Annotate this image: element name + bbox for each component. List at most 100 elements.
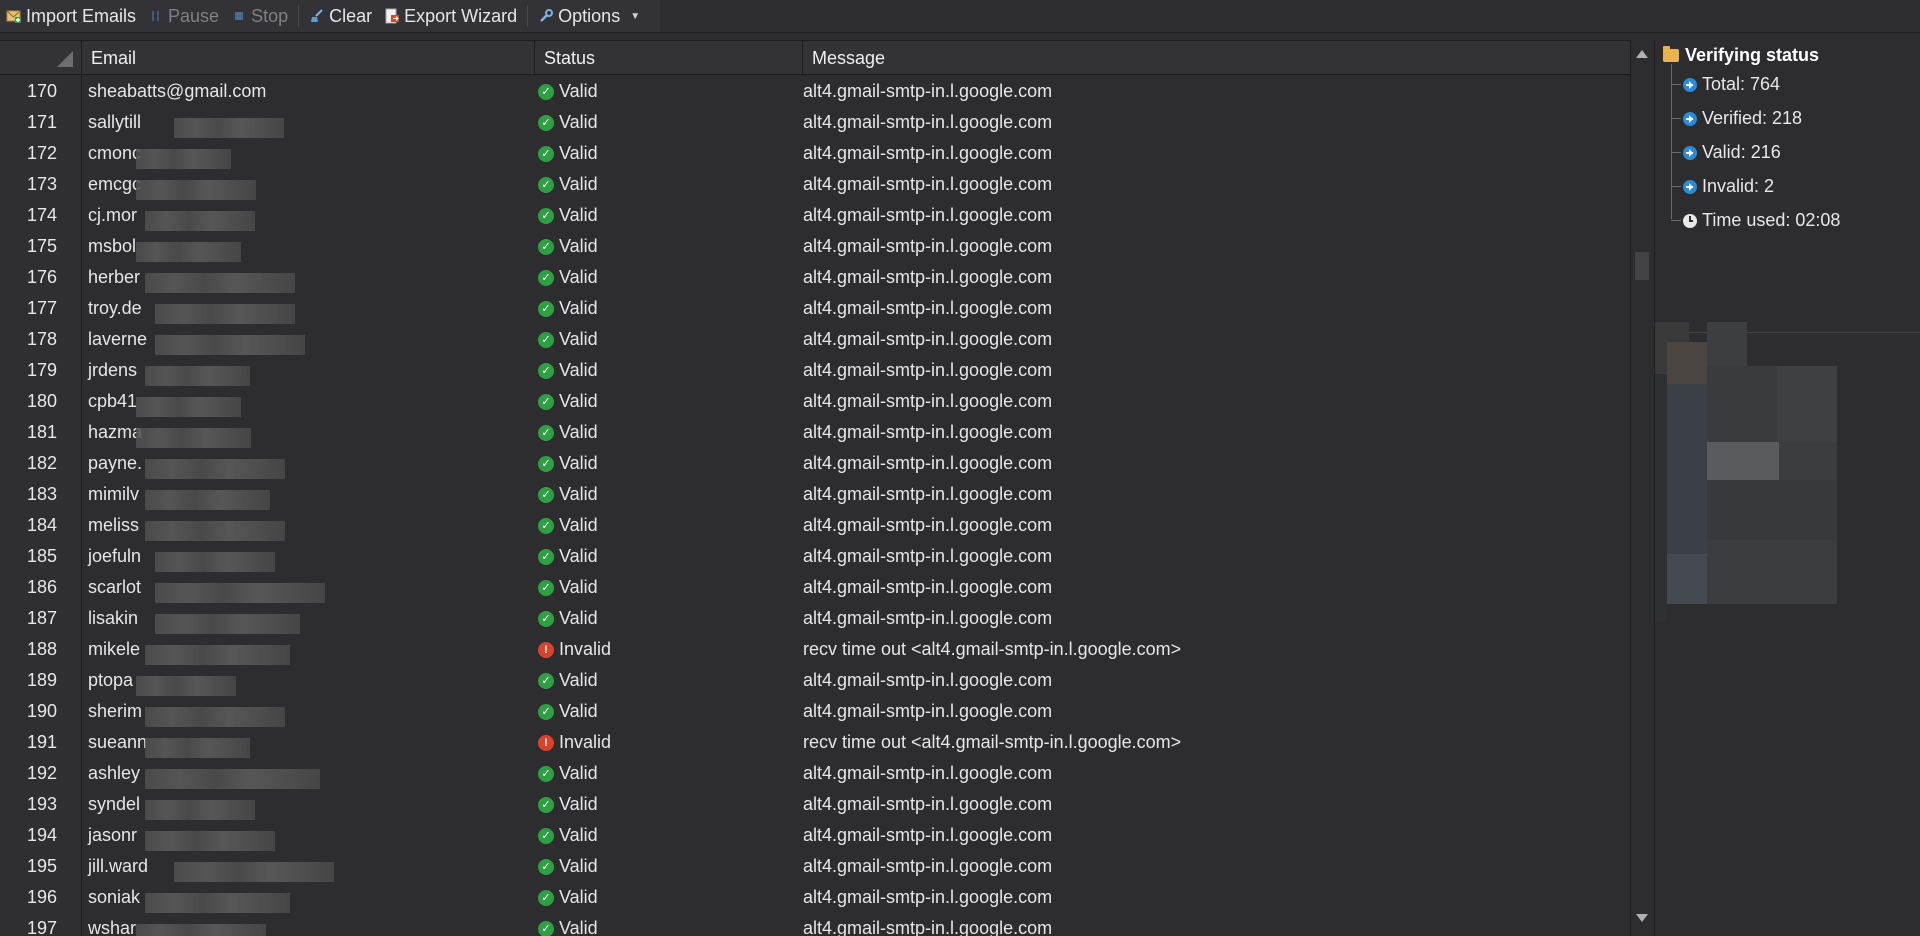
table-row[interactable]: 195 jill.ward ✓ Valid alt4.gmail-smtp-in.l.g… — [0, 851, 1630, 882]
row-number[interactable]: 172 — [0, 138, 82, 169]
message-cell[interactable]: alt4.gmail-smtp-in.l.google.com — [803, 81, 1630, 102]
row-number[interactable]: 196 — [0, 882, 82, 913]
row-number[interactable]: 184 — [0, 510, 82, 541]
tree-item-total[interactable]: Total: 764 — [1671, 74, 1780, 95]
column-header-status[interactable]: Status — [535, 41, 803, 75]
row-number[interactable]: 194 — [0, 820, 82, 851]
table-row[interactable]: 190 sherim ✓ Valid alt4.gmail-smtp-in.l.goog… — [0, 696, 1630, 727]
status-cell[interactable]: ✓ Valid — [535, 577, 803, 598]
email-cell[interactable]: emcgc — [82, 174, 535, 200]
status-cell[interactable]: ✓ Valid — [535, 453, 803, 474]
status-cell[interactable]: ✓ Valid — [535, 236, 803, 257]
status-cell[interactable]: ✓ Valid — [535, 670, 803, 691]
table-row[interactable]: 179 jrdens ✓ Valid alt4.gmail-smtp-in.l.goog… — [0, 355, 1630, 386]
row-number[interactable]: 175 — [0, 231, 82, 262]
status-cell[interactable]: ✓ Valid — [535, 267, 803, 288]
scroll-down-arrow-icon[interactable] — [1636, 914, 1648, 922]
table-row[interactable]: 196 soniak ✓ Valid alt4.gmail-smtp-in.l.goog… — [0, 882, 1630, 913]
table-row[interactable]: 170 sheabatts@gmail.com ✓ Valid alt4.gmail-s… — [0, 76, 1630, 107]
email-cell[interactable]: syndel — [82, 794, 535, 820]
message-cell[interactable]: alt4.gmail-smtp-in.l.google.com — [803, 794, 1630, 815]
table-row[interactable]: 191 sueann! Invalid recv time out <alt4.gma… — [0, 727, 1630, 758]
email-cell[interactable]: troy.de — [82, 298, 535, 324]
status-cell[interactable]: ✓ Valid — [535, 918, 803, 936]
status-cell[interactable]: ✓ Valid — [535, 205, 803, 226]
tree-item-time-used[interactable]: Time used: 02:08 — [1671, 210, 1840, 231]
table-row[interactable]: 180 cpb41 ✓ Valid alt4.gmail-smtp-in.l.googl… — [0, 386, 1630, 417]
message-cell[interactable]: alt4.gmail-smtp-in.l.google.com — [803, 577, 1630, 598]
import-emails-button[interactable]: Import Emails — [0, 0, 142, 32]
row-number[interactable]: 178 — [0, 324, 82, 355]
tree-item-verified[interactable]: Verified: 218 — [1671, 108, 1802, 129]
row-number[interactable]: 185 — [0, 541, 82, 572]
row-number[interactable]: 191 — [0, 727, 82, 758]
email-cell[interactable]: mikele — [82, 639, 535, 665]
status-cell[interactable]: ✓ Valid — [535, 298, 803, 319]
message-cell[interactable]: alt4.gmail-smtp-in.l.google.com — [803, 887, 1630, 908]
table-row[interactable]: 186 scarlot ✓ Valid alt4.gmail-smtp-in.l.goo… — [0, 572, 1630, 603]
email-cell[interactable]: jill.ward — [82, 856, 535, 882]
message-cell[interactable]: alt4.gmail-smtp-in.l.google.com — [803, 329, 1630, 350]
row-number[interactable]: 182 — [0, 448, 82, 479]
email-cell[interactable]: cpb41 — [82, 391, 535, 417]
row-number[interactable]: 174 — [0, 200, 82, 231]
row-number[interactable]: 183 — [0, 479, 82, 510]
status-cell[interactable]: ✓ Valid — [535, 763, 803, 784]
table-row[interactable]: 189 ptopa ✓ Valid alt4.gmail-smtp-in.l.googl… — [0, 665, 1630, 696]
tree-item-valid[interactable]: Valid: 216 — [1671, 142, 1781, 163]
export-wizard-button[interactable]: Export Wizard — [378, 0, 523, 32]
email-cell[interactable]: jasonr — [82, 825, 535, 851]
status-cell[interactable]: ✓ Valid — [535, 143, 803, 164]
status-cell[interactable]: ! Invalid — [535, 732, 803, 753]
table-row[interactable]: 185 joefuln ✓ Valid alt4.gmail-smtp-in.l.goo… — [0, 541, 1630, 572]
row-number[interactable]: 197 — [0, 913, 82, 936]
message-cell[interactable]: alt4.gmail-smtp-in.l.google.com — [803, 267, 1630, 288]
email-cell[interactable]: cmonc — [82, 143, 535, 169]
table-row[interactable]: 192 ashley ✓ Valid alt4.gmail-smtp-in.l.goog… — [0, 758, 1630, 789]
status-cell[interactable]: ✓ Valid — [535, 794, 803, 815]
select-all-corner[interactable] — [0, 41, 82, 75]
verifying-status-node[interactable]: Verifying status — [1663, 45, 1819, 66]
message-cell[interactable]: alt4.gmail-smtp-in.l.google.com — [803, 112, 1630, 133]
email-cell[interactable]: joefuln — [82, 546, 535, 572]
email-cell[interactable]: wshar — [82, 918, 535, 936]
message-cell[interactable]: alt4.gmail-smtp-in.l.google.com — [803, 174, 1630, 195]
table-row[interactable]: 172 cmonc ✓ Valid alt4.gmail-smtp-in.l.googl… — [0, 138, 1630, 169]
column-header-email[interactable]: Email — [82, 41, 535, 75]
row-number[interactable]: 170 — [0, 76, 82, 107]
email-cell[interactable]: sherim — [82, 701, 535, 727]
row-number[interactable]: 173 — [0, 169, 82, 200]
email-cell[interactable]: cj.mor — [82, 205, 535, 231]
email-cell[interactable]: jrdens — [82, 360, 535, 386]
row-number[interactable]: 171 — [0, 107, 82, 138]
message-cell[interactable]: alt4.gmail-smtp-in.l.google.com — [803, 391, 1630, 412]
message-cell[interactable]: alt4.gmail-smtp-in.l.google.com — [803, 205, 1630, 226]
table-row[interactable]: 181 hazma ✓ Valid alt4.gmail-smtp-in.l.googl… — [0, 417, 1630, 448]
message-cell[interactable]: alt4.gmail-smtp-in.l.google.com — [803, 422, 1630, 443]
row-number[interactable]: 181 — [0, 417, 82, 448]
message-cell[interactable]: alt4.gmail-smtp-in.l.google.com — [803, 484, 1630, 505]
status-cell[interactable]: ✓ Valid — [535, 81, 803, 102]
table-row[interactable]: 197 wshar ✓ Valid alt4.gmail-smtp-in.l.googl… — [0, 913, 1630, 936]
tree-item-invalid[interactable]: Invalid: 2 — [1671, 176, 1774, 197]
table-row[interactable]: 174 cj.mor ✓ Valid alt4.gmail-smtp-in.l.goog… — [0, 200, 1630, 231]
row-number[interactable]: 188 — [0, 634, 82, 665]
row-number[interactable]: 195 — [0, 851, 82, 882]
row-number[interactable]: 190 — [0, 696, 82, 727]
message-cell[interactable]: alt4.gmail-smtp-in.l.google.com — [803, 360, 1630, 381]
status-cell[interactable]: ✓ Valid — [535, 112, 803, 133]
scrollbar-thumb[interactable] — [1635, 252, 1649, 280]
row-number[interactable]: 192 — [0, 758, 82, 789]
message-cell[interactable]: alt4.gmail-smtp-in.l.google.com — [803, 856, 1630, 877]
email-cell[interactable]: soniak — [82, 887, 535, 913]
email-cell[interactable]: sallytill — [82, 112, 535, 138]
table-row[interactable]: 178 laverne ✓ Valid alt4.gmail-smtp-in.l.goo… — [0, 324, 1630, 355]
table-row[interactable]: 183 mimilv ✓ Valid alt4.gmail-smtp-in.l.goog… — [0, 479, 1630, 510]
message-cell[interactable]: alt4.gmail-smtp-in.l.google.com — [803, 546, 1630, 567]
message-cell[interactable]: alt4.gmail-smtp-in.l.google.com — [803, 918, 1630, 936]
options-dropdown-button[interactable]: Options ▼ — [532, 0, 646, 32]
status-cell[interactable]: ✓ Valid — [535, 546, 803, 567]
column-header-message[interactable]: Message — [803, 41, 1630, 75]
status-cell[interactable]: ✓ Valid — [535, 422, 803, 443]
status-cell[interactable]: ✓ Valid — [535, 484, 803, 505]
